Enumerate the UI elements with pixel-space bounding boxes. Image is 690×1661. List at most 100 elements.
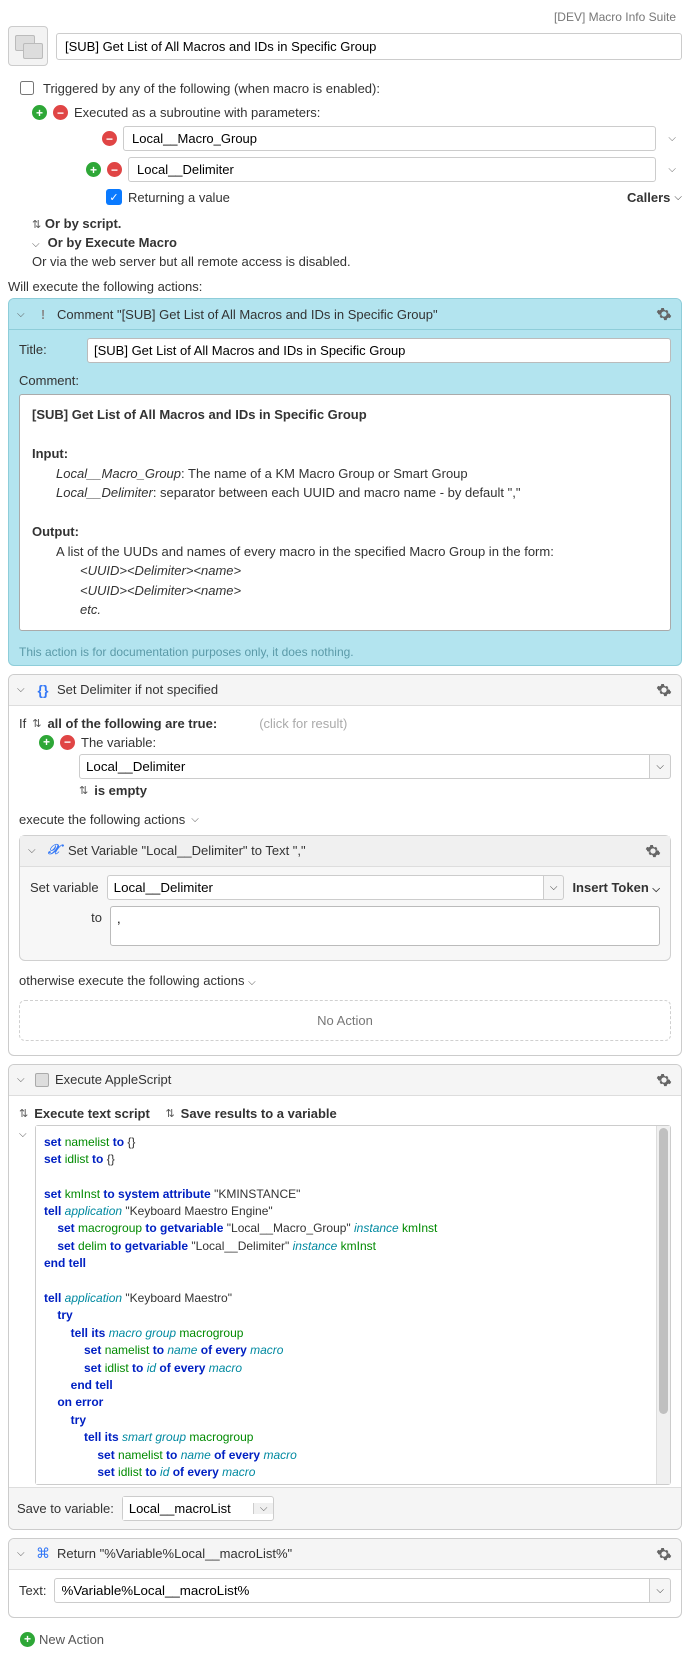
suite-name: [DEV] Macro Info Suite	[8, 8, 682, 26]
save-variable-input[interactable]	[123, 1497, 253, 1520]
subroutine-label: Executed as a subroutine with parameters…	[74, 105, 320, 120]
the-variable-label: The variable:	[81, 735, 156, 750]
setvar-name-dropdown[interactable]: ⌵	[544, 875, 565, 900]
comment-title-input[interactable]	[87, 338, 671, 363]
mode2-updown[interactable]: ⇅	[165, 1107, 174, 1120]
condition-var-dropdown[interactable]: ⌵	[650, 754, 671, 779]
returning-checkbox[interactable]: ✓	[106, 189, 122, 205]
if-gear-button[interactable]	[655, 681, 673, 699]
setvar-action: ⌵ 𝒳 Set Variable "Local__Delimiter" to T…	[19, 835, 671, 961]
setvar-label: Set variable	[30, 880, 99, 895]
is-empty-label: is empty	[94, 783, 147, 798]
add-param-button[interactable]: +	[86, 162, 101, 177]
code-scrollbar[interactable]	[656, 1126, 670, 1484]
setvar-name-input[interactable]	[107, 875, 544, 900]
comment-header-title: Comment "[SUB] Get List of All Macros an…	[57, 307, 649, 322]
applescript-disclosure[interactable]: ⌵	[17, 1074, 29, 1085]
return-disclosure[interactable]: ⌵	[17, 1548, 29, 1559]
triggered-by-checkbox[interactable]	[20, 81, 34, 95]
or-via-web-label: Or via the web server but all remote acc…	[32, 252, 682, 271]
applescript-gear-button[interactable]	[655, 1071, 673, 1089]
applescript-header-title: Execute AppleScript	[55, 1072, 649, 1087]
remove-trigger-button[interactable]: −	[53, 105, 68, 120]
callers-button[interactable]: Callers ⌵	[627, 190, 682, 205]
return-action: ⌵ ⌘ Return "%Variable%Local__macroList%"…	[8, 1538, 682, 1618]
gear-icon	[656, 1546, 672, 1562]
if-disclosure[interactable]: ⌵	[17, 684, 29, 695]
add-trigger-button[interactable]: +	[32, 105, 47, 120]
setvar-value-input[interactable]: ,	[110, 906, 660, 946]
return-gear-button[interactable]	[655, 1545, 673, 1563]
save-to-variable-label: Save to variable:	[17, 1501, 114, 1516]
braces-icon: {}	[35, 682, 51, 698]
returning-label: Returning a value	[128, 190, 230, 205]
if-label: If	[19, 716, 26, 731]
param1-input[interactable]	[123, 126, 656, 151]
new-action-button[interactable]: + New Action	[8, 1626, 682, 1653]
return-text-dropdown[interactable]: ⌵	[650, 1578, 671, 1603]
add-icon: +	[20, 1632, 35, 1647]
param2-input[interactable]	[128, 157, 656, 182]
comment-output-label: Output:	[32, 522, 658, 542]
execute-actions-label: execute the following actions	[19, 812, 185, 827]
scrollbar-thumb[interactable]	[659, 1128, 668, 1414]
add-condition-button[interactable]: +	[39, 735, 54, 750]
or-by-execmacro-label: Or by Execute Macro	[48, 235, 177, 250]
if-condition-label: all of the following are true:	[47, 716, 217, 731]
macro-icon	[8, 26, 48, 66]
or-by-script-label: Or by script.	[45, 216, 122, 231]
otherwise-disclosure[interactable]: ⌵	[248, 977, 260, 988]
gear-icon	[645, 843, 661, 859]
to-label: to	[30, 906, 102, 925]
code-disclosure[interactable]: ⌵	[19, 1125, 31, 1140]
if-action: ⌵ {} Set Delimiter if not specified If ⇅…	[8, 674, 682, 1056]
setvar-gear-button[interactable]	[644, 842, 662, 860]
gear-icon	[656, 1072, 672, 1088]
if-updown-icon[interactable]: ⇅	[32, 717, 41, 730]
remove-param2-button[interactable]: −	[107, 162, 122, 177]
doc-note: This action is for documentation purpose…	[9, 639, 681, 665]
comment-disclosure[interactable]: ⌵	[17, 309, 29, 320]
otherwise-label: otherwise execute the following actions	[19, 973, 244, 988]
if-header-title: Set Delimiter if not specified	[57, 682, 649, 697]
comment-action: ⌵ ! Comment "[SUB] Get List of All Macro…	[8, 298, 682, 666]
triggered-by-label: Triggered by any of the following (when …	[43, 81, 380, 96]
disclosure-execmacro[interactable]: ⌵	[32, 239, 44, 250]
param2-dropdown[interactable]: ⌵	[662, 164, 682, 175]
mode1-updown[interactable]: ⇅	[19, 1107, 28, 1120]
mode1-label: Execute text script	[34, 1106, 150, 1121]
title-label: Title:	[19, 338, 79, 357]
insert-token-button[interactable]: Insert Token ⌵	[572, 880, 660, 895]
comment-label: Comment:	[19, 369, 79, 388]
param1-dropdown[interactable]: ⌵	[662, 133, 682, 144]
no-action-placeholder[interactable]: No Action	[19, 1000, 671, 1041]
isempty-updown-icon[interactable]: ⇅	[79, 784, 88, 797]
setvar-header-title: Set Variable "Local__Delimiter" to Text …	[68, 843, 638, 858]
command-icon: ⌘	[35, 1546, 51, 1562]
comment-icon: !	[35, 306, 51, 322]
applescript-action: ⌵ Execute AppleScript ⇅ Execute text scr…	[8, 1064, 682, 1530]
gear-icon	[656, 306, 672, 322]
return-text-input[interactable]	[54, 1578, 650, 1603]
script-icon	[35, 1073, 49, 1087]
macro-title-input[interactable]	[56, 33, 682, 60]
comment-content[interactable]: [SUB] Get List of All Macros and IDs in …	[19, 394, 671, 631]
variable-icon: 𝒳	[46, 843, 62, 859]
return-text-label: Text:	[19, 1583, 46, 1598]
new-action-label: New Action	[39, 1632, 104, 1647]
gear-icon	[656, 682, 672, 698]
click-for-result[interactable]: (click for result)	[259, 716, 347, 731]
execute-actions-disclosure[interactable]: ⌵	[191, 814, 203, 825]
save-variable-dropdown[interactable]: ⌵	[253, 1503, 274, 1514]
mode2-label: Save results to a variable	[181, 1106, 337, 1121]
setvar-disclosure[interactable]: ⌵	[28, 845, 40, 856]
comment-gear-button[interactable]	[655, 305, 673, 323]
condition-var-input[interactable]	[79, 754, 650, 779]
return-header-title: Return "%Variable%Local__macroList%"	[57, 1546, 649, 1561]
updown-icon: ⇅	[32, 219, 41, 231]
remove-param1-button[interactable]: −	[102, 131, 117, 146]
comment-input-label: Input:	[32, 444, 658, 464]
applescript-code[interactable]: set namelist to {}set idlist to {} set k…	[36, 1126, 656, 1484]
will-execute-label: Will execute the following actions:	[8, 279, 682, 294]
remove-condition-button[interactable]: −	[60, 735, 75, 750]
